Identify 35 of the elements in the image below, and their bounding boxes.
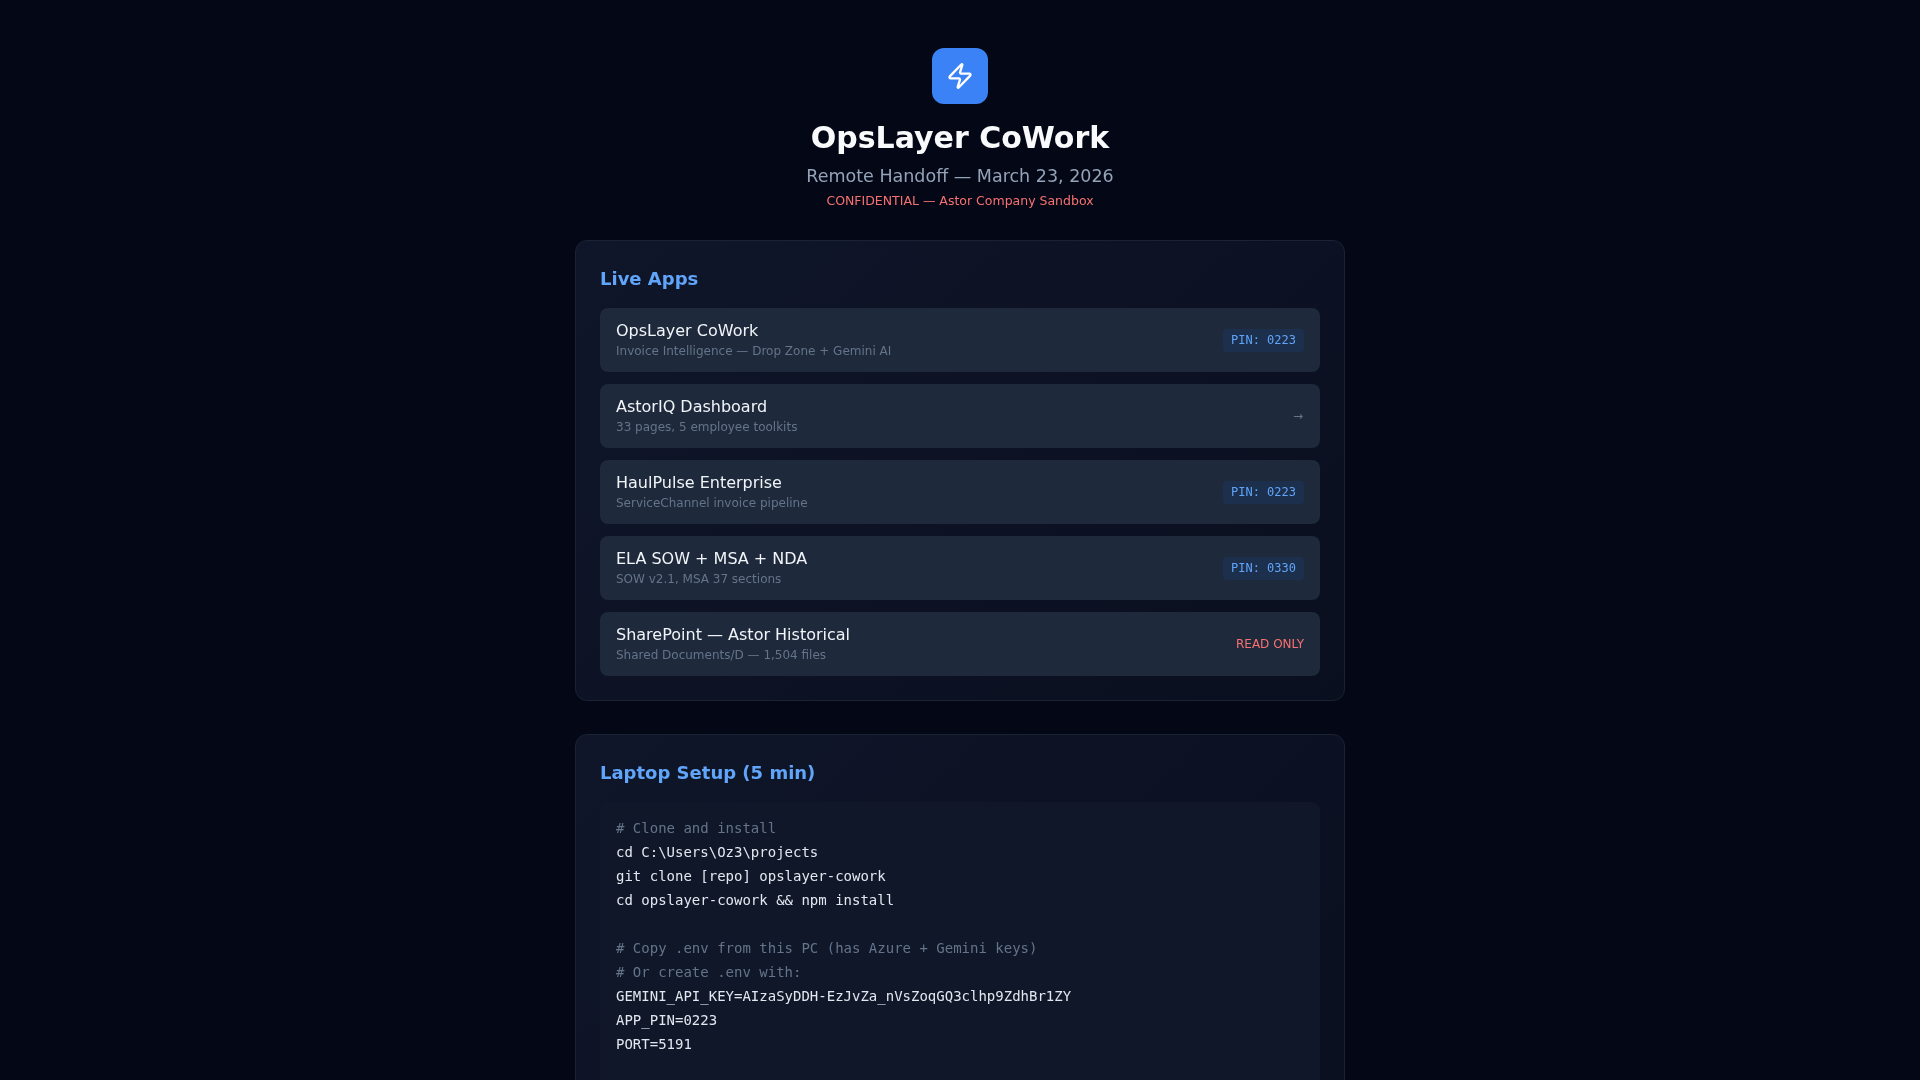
code-line: cd opslayer-cowork && npm install	[616, 891, 895, 910]
app-description: Shared Documents/D — 1,504 files	[616, 647, 828, 663]
app-item[interactable]: OpsLayer CoWork Invoice Intelligence — Drop Zone + Gemini AI PIN: 0223	[600, 308, 1320, 372]
app-name: AstorIQ Dashboard	[616, 397, 769, 417]
code-line: cd C:\Users\Oz3\projects	[616, 843, 819, 862]
app-description: SOW v2.1, MSA 37 sections	[616, 571, 783, 587]
read-only-label: READ ONLY	[1235, 636, 1304, 652]
section-heading: Live Apps	[600, 267, 700, 291]
page-title: OpsLayer CoWork	[810, 120, 1110, 156]
app-description: 33 pages, 5 employee toolkits	[616, 419, 798, 435]
app-name: SharePoint — Astor Historical	[616, 625, 851, 645]
app-name: ELA SOW + MSA + NDA	[616, 549, 808, 569]
code-line: PORT=5191	[616, 1035, 692, 1054]
lightning-icon	[932, 48, 988, 104]
app-item[interactable]: ELA SOW + MSA + NDA SOW v2.1, MSA 37 sections PIN: 0330	[600, 536, 1320, 600]
confidential-notice: CONFIDENTIAL — Astor Company Sandbox	[826, 192, 1094, 210]
code-line: GEMINI_API_KEY=AIzaSyDDH-EzJvZa_nVsZoqGQ3clhp9ZdhBr1ZY	[616, 987, 1072, 1007]
app-description: Invoice Intelligence — Drop Zone + Gemini AI	[616, 343, 892, 359]
pin-badge: PIN: 0223	[1222, 328, 1304, 352]
code-line: APP_PIN=0223	[616, 1011, 718, 1031]
app-description: ServiceChannel invoice pipeline	[616, 495, 808, 511]
page-subtitle: Remote Handoff — March 23, 2026	[806, 165, 1114, 188]
app-item[interactable]: HaulPulse Enterprise ServiceChannel invoice pipeline PIN: 0223	[600, 460, 1320, 524]
pin-badge: PIN: 0330	[1222, 556, 1304, 580]
code-comment: # Clone and install	[616, 819, 777, 838]
pin-badge: PIN: 0223	[1222, 480, 1304, 504]
arrow-icon: →	[1291, 408, 1304, 424]
section-heading: Laptop Setup (5 min)	[600, 761, 817, 785]
app-name: HaulPulse Enterprise	[616, 473, 783, 493]
app-item[interactable]: SharePoint — Astor Historical Shared Documents/D — 1,504 files READ ONLY	[600, 612, 1320, 676]
app-name: OpsLayer CoWork	[616, 321, 760, 341]
code-comment: # Or create .env with:	[616, 963, 802, 982]
app-item[interactable]: AstorIQ Dashboard 33 pages, 5 employee toolkits →	[600, 384, 1320, 448]
code-line: git clone [repo] opslayer-cowork	[616, 867, 886, 886]
code-comment: # Copy .env from this PC (has Azure + Gemini keys)	[616, 939, 1038, 958]
